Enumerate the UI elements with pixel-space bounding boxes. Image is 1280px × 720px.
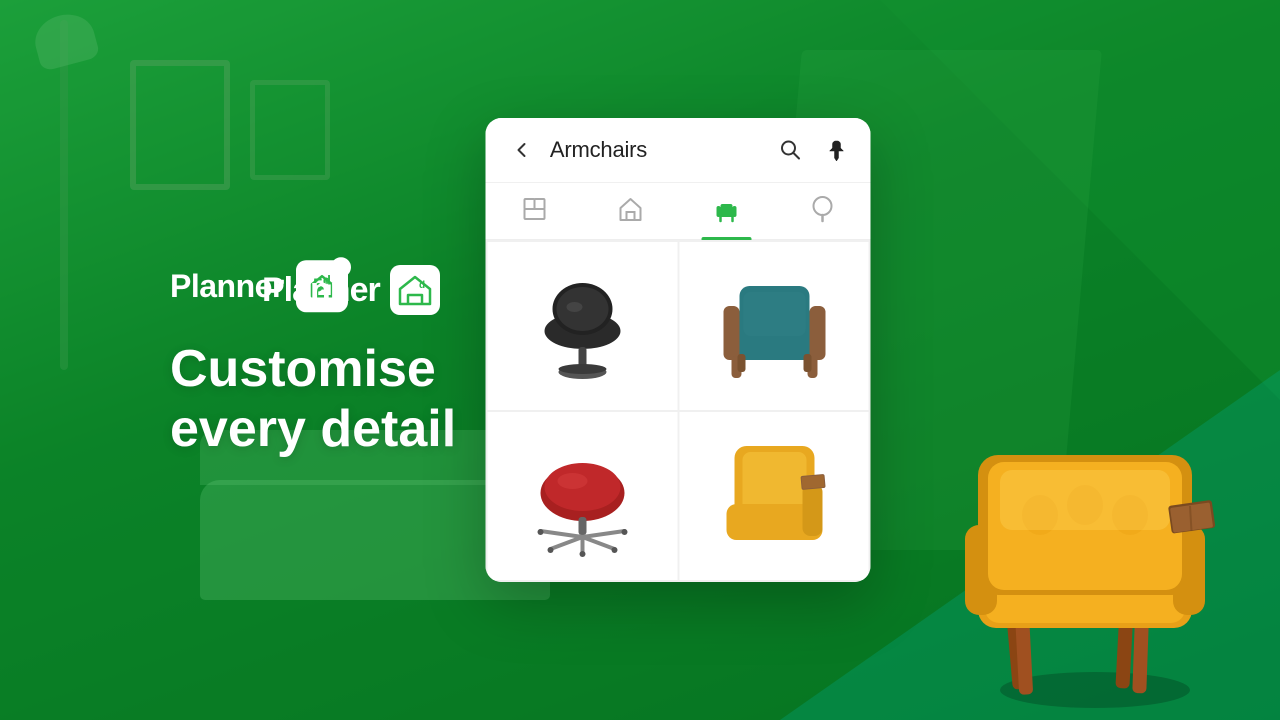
pin-button[interactable] (823, 136, 851, 164)
tab-home[interactable] (582, 195, 678, 239)
logo-planner-text: Planner (262, 271, 380, 310)
logo-container: Planner d (262, 265, 440, 315)
chair-image-4 (709, 426, 839, 566)
room-frame (130, 60, 230, 190)
tab-furniture[interactable] (678, 195, 774, 239)
item-card-2[interactable] (679, 242, 869, 410)
yellow-armchair-3d (940, 400, 1220, 700)
tagline-line2: every detail (170, 400, 456, 460)
pin-icon (826, 139, 848, 161)
item-card-4[interactable] (679, 412, 869, 580)
panel-title: Armchairs (550, 137, 777, 163)
room-frame2 (250, 80, 330, 180)
svg-text:d: d (419, 280, 425, 291)
search-button[interactable] (777, 136, 805, 164)
panel-header: Armchairs (486, 118, 871, 183)
category-tabs (486, 183, 871, 240)
item-panel: Armchairs (486, 118, 871, 582)
search-icon (780, 139, 802, 161)
logo-badge: d (390, 265, 440, 315)
tagline-line1: Customise (170, 340, 456, 400)
outdoor-icon (809, 195, 837, 227)
header-icons (777, 136, 851, 164)
chair-image-3 (518, 426, 648, 566)
chair-image-2 (709, 256, 839, 396)
back-icon (512, 140, 532, 160)
back-button[interactable] (506, 134, 538, 166)
rooms-icon (520, 195, 548, 227)
furniture-icon (713, 195, 741, 227)
brand-tagline: Customise every detail (170, 340, 456, 460)
tab-outdoor[interactable] (775, 195, 871, 239)
item-card-3[interactable] (488, 412, 678, 580)
items-grid (486, 240, 871, 582)
chair-image-1 (518, 256, 648, 396)
room-lamp (60, 20, 68, 370)
item-card-1[interactable] (488, 242, 678, 410)
tab-rooms[interactable] (486, 195, 582, 239)
home-icon (616, 195, 644, 227)
